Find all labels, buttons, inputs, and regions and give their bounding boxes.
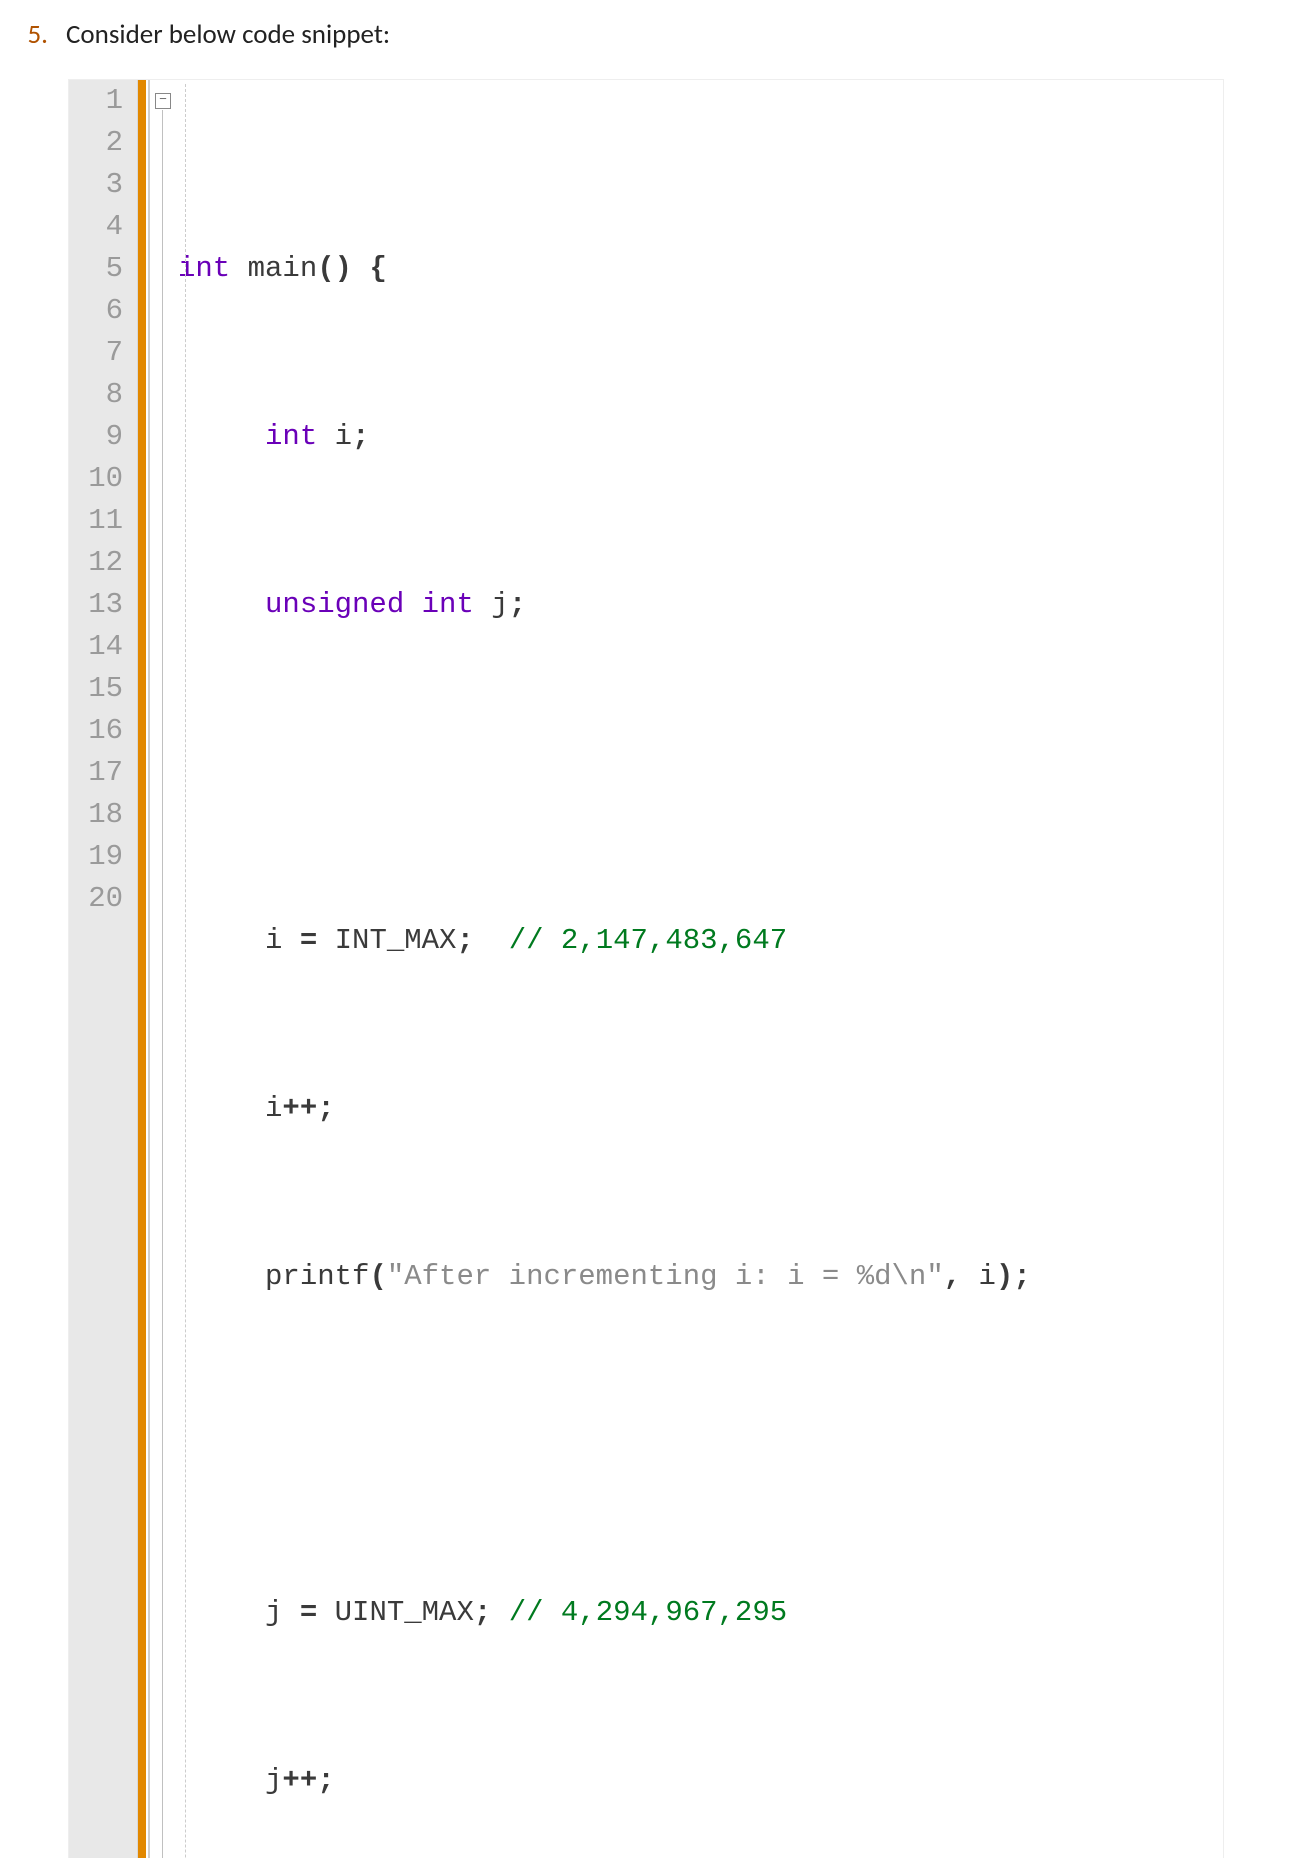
line-number: 10 (77, 458, 123, 500)
indent-guide (185, 84, 187, 1858)
code-line (178, 752, 1223, 794)
line-number: 20 (77, 878, 123, 920)
question-text: Consider below code snippet: (66, 18, 1284, 51)
line-number: 4 (77, 206, 123, 248)
line-number: 16 (77, 710, 123, 752)
question-heading: 5. Consider below code snippet: (8, 18, 1284, 51)
page: 5. Consider below code snippet: 1 2 3 4 … (0, 0, 1304, 1858)
line-number: 2 (77, 122, 123, 164)
margin-bar (148, 80, 150, 1858)
line-number: 1 (77, 80, 123, 122)
line-number: 9 (77, 416, 123, 458)
code-line: int main() { (178, 248, 1223, 290)
code-line: i++; (178, 1088, 1223, 1130)
line-number: 19 (77, 836, 123, 878)
line-number: 13 (77, 584, 123, 626)
line-number: 15 (77, 668, 123, 710)
line-number: 5 (77, 248, 123, 290)
code-area: int main() { int i; unsigned int j; i = … (174, 80, 1223, 1858)
code-line: int i; (178, 416, 1223, 458)
code-line: j++; (178, 1760, 1223, 1802)
code-line (178, 1424, 1223, 1466)
code-line: i = INT_MAX; // 2,147,483,647 (178, 920, 1223, 962)
line-number: 8 (77, 374, 123, 416)
line-number: 7 (77, 332, 123, 374)
line-number: 17 (77, 752, 123, 794)
code-block: 1 2 3 4 5 6 7 8 9 10 11 12 13 14 15 16 1… (68, 79, 1224, 1858)
code-line: unsigned int j; (178, 584, 1223, 626)
fold-column: − (154, 80, 174, 1858)
fold-guide-line (162, 110, 163, 1858)
line-number: 14 (77, 626, 123, 668)
line-number: 12 (77, 542, 123, 584)
line-number: 11 (77, 500, 123, 542)
code-line: printf("After incrementing i: i = %d\n",… (178, 1256, 1223, 1298)
line-number: 6 (77, 290, 123, 332)
question-number: 5. (8, 18, 66, 51)
line-number-gutter: 1 2 3 4 5 6 7 8 9 10 11 12 13 14 15 16 1… (69, 80, 138, 1858)
change-marker-bar (138, 80, 146, 1858)
fold-toggle-icon[interactable]: − (155, 93, 171, 109)
code-line: j = UINT_MAX; // 4,294,967,295 (178, 1592, 1223, 1634)
line-number: 3 (77, 164, 123, 206)
line-number: 18 (77, 794, 123, 836)
